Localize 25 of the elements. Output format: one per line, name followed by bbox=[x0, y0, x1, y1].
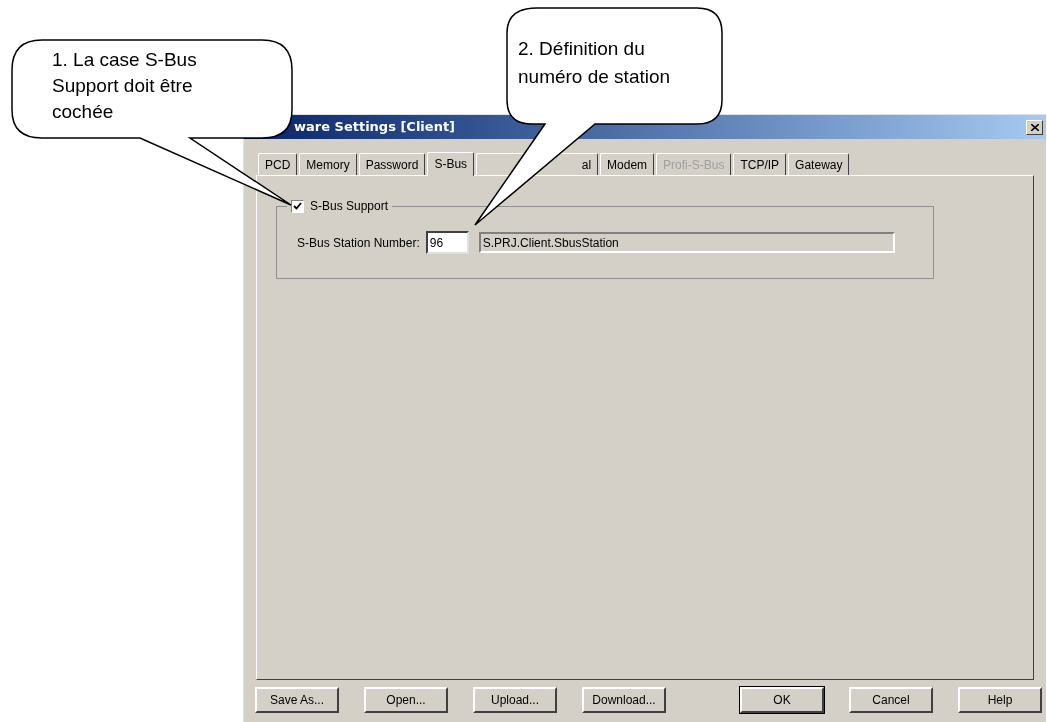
dialog-button[interactable]: Open... bbox=[364, 687, 448, 713]
dialog-button[interactable]: Help bbox=[958, 687, 1042, 713]
close-icon bbox=[1030, 123, 1039, 131]
dialog-button[interactable]: Save As... bbox=[255, 687, 339, 713]
station-number-label: S-Bus Station Number: bbox=[297, 234, 420, 252]
dialog-button[interactable]: Cancel bbox=[849, 687, 933, 713]
tab[interactable]: Memory bbox=[299, 153, 357, 175]
window-title: ware Settings [Client] bbox=[294, 118, 456, 137]
close-button[interactable] bbox=[1026, 119, 1043, 135]
checkbox-label: S-Bus Support bbox=[310, 198, 389, 215]
tab[interactable]: Gateway bbox=[788, 153, 850, 175]
callout-text: 2. Définition du numéro de station bbox=[518, 37, 672, 89]
checkbox[interactable] bbox=[291, 199, 304, 213]
check-icon bbox=[293, 202, 302, 210]
tab[interactable]: TCP/IP bbox=[733, 153, 787, 175]
dialog-button[interactable]: OK bbox=[740, 687, 824, 713]
tab[interactable]: S-Bus bbox=[427, 152, 475, 176]
station-number-field[interactable]: 96 bbox=[425, 231, 469, 254]
tab[interactable]: PCD bbox=[258, 153, 298, 175]
tab[interactable]: Password bbox=[358, 153, 426, 175]
callout-text: 1. La case S-Bus Support doit être cochée bbox=[52, 48, 198, 124]
symbol-field: S.PRJ.Client.SbusStation bbox=[478, 232, 895, 253]
dialog-button[interactable]: Download... bbox=[582, 687, 666, 713]
dialog-button[interactable]: Upload... bbox=[473, 687, 557, 713]
tab[interactable]: Modem bbox=[600, 153, 655, 175]
